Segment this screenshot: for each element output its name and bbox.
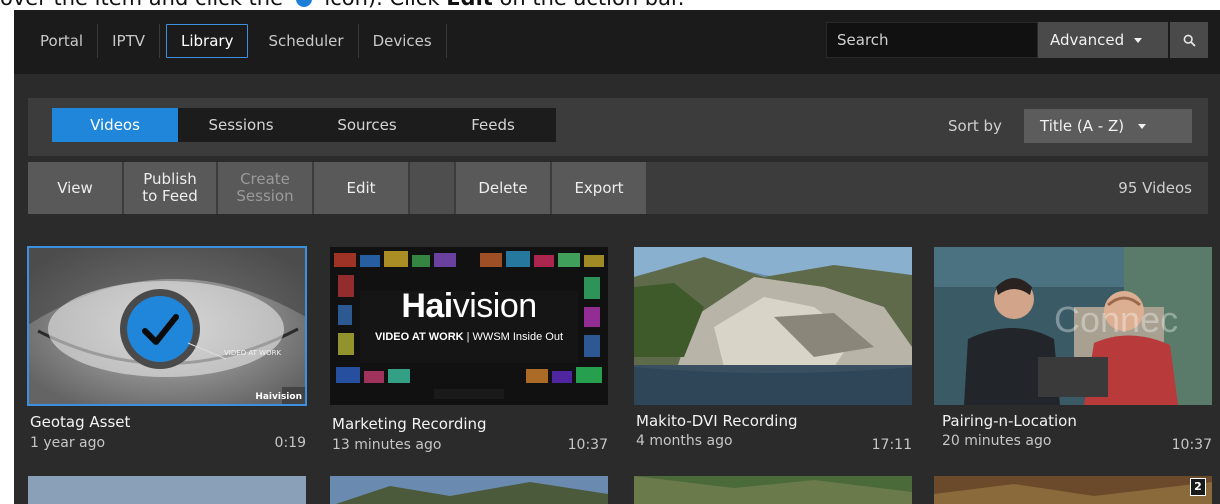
sort-by-label: Sort by (948, 117, 1002, 135)
edit-button[interactable]: Edit (314, 162, 408, 214)
library-toolbar: Videos Sessions Sources Feeds Sort by Ti… (28, 98, 1208, 156)
video-title[interactable]: Geotag Asset (30, 413, 130, 431)
nav-item-iptv[interactable]: IPTV (98, 24, 161, 58)
caption-text-mid: icon). Click (324, 0, 439, 10)
tab-videos[interactable]: Videos (52, 108, 178, 142)
app-window: Portal IPTV Library Scheduler Devices Se… (14, 10, 1220, 504)
create-label-line1: Create (240, 170, 290, 188)
video-thumbnail-row2-2[interactable] (330, 476, 608, 504)
video-thumbnail-row2-3[interactable] (634, 476, 912, 504)
video-duration: 10:37 (1171, 437, 1212, 453)
video-age: 13 minutes ago (332, 437, 442, 453)
search-input[interactable]: Search (826, 22, 1038, 58)
thumb-watermark: Connec (1054, 299, 1179, 340)
thumb-brand: Haivision (255, 392, 302, 402)
video-thumbnail[interactable]: Connec (934, 247, 1212, 405)
sort-select[interactable]: Title (A - Z) (1024, 109, 1192, 143)
view-button[interactable]: View (28, 162, 122, 214)
search-button[interactable] (1170, 22, 1208, 58)
video-age: 1 year ago (30, 435, 106, 451)
export-button[interactable]: Export (552, 162, 646, 214)
thumb-subtitle: VIDEO AT WORK | WWSM Inside Out (330, 331, 608, 343)
search-icon (1183, 34, 1196, 47)
publish-label-line2: to Feed (142, 187, 198, 205)
caption-text-post: on the action bar. (500, 0, 685, 10)
tab-sources[interactable]: Sources (304, 108, 430, 142)
thumb-sub-rest: | WWSM Inside Out (466, 331, 564, 343)
publish-label-line1: Publish (143, 170, 197, 188)
doc-caption: over the item and click the icon). Click… (0, 0, 1220, 10)
delete-button[interactable]: Delete (456, 162, 550, 214)
video-duration: 0:19 (274, 435, 306, 451)
info-dot-icon (295, 0, 312, 7)
action-bar-spacer (410, 162, 454, 214)
thumb-logo: Haivision (330, 287, 608, 326)
main-nav: Portal IPTV Library Scheduler Devices (26, 24, 447, 58)
create-session-button[interactable]: Create Session (218, 162, 312, 214)
thumb-sub-bold: VIDEO AT WORK (374, 331, 464, 343)
nav-item-portal[interactable]: Portal (26, 24, 99, 58)
caption-text-pre: over the item and click the (0, 0, 283, 10)
advanced-search-button[interactable]: Advanced (1038, 22, 1168, 58)
caret-down-icon (1134, 37, 1143, 43)
top-navigation-bar: Portal IPTV Library Scheduler Devices Se… (14, 10, 1220, 74)
create-label-line2: Session (236, 187, 294, 205)
video-thumbnail[interactable]: VIDEO AT WORK Haivision (27, 246, 307, 406)
caption-edit-word: Edit (446, 0, 493, 10)
thumb-caption: VIDEO AT WORK (224, 349, 282, 357)
advanced-label: Advanced (1050, 31, 1125, 49)
video-duration: 17:11 (871, 437, 912, 453)
tab-feeds[interactable]: Feeds (430, 108, 556, 142)
sort-value: Title (A - Z) (1040, 117, 1125, 135)
video-thumbnail[interactable] (634, 247, 912, 405)
video-age: 4 months ago (636, 433, 733, 449)
nav-item-scheduler[interactable]: Scheduler (254, 24, 359, 58)
multi-part-badge: 2 (1190, 478, 1206, 496)
content-type-tabs: Videos Sessions Sources Feeds (52, 108, 556, 142)
video-age: 20 minutes ago (942, 433, 1052, 449)
video-thumbnail-row2-1[interactable] (28, 476, 306, 504)
video-thumbnail-row2-4[interactable]: 2 (934, 476, 1212, 504)
video-title[interactable]: Pairing-n-Location (942, 412, 1077, 430)
video-count: 95 Videos (1118, 179, 1192, 197)
nav-item-library[interactable]: Library (166, 24, 249, 58)
video-title[interactable]: Makito-DVI Recording (636, 412, 798, 430)
tab-sessions[interactable]: Sessions (178, 108, 304, 142)
video-duration: 10:37 (567, 437, 608, 453)
nav-item-devices[interactable]: Devices (359, 24, 447, 58)
publish-to-feed-button[interactable]: Publish to Feed (124, 162, 216, 214)
action-bar: View Publish to Feed Create Session Edit D… (28, 162, 1208, 214)
thumb-logo-bold: Hai (401, 287, 453, 325)
caret-down-icon (1138, 123, 1147, 129)
thumb-logo-light: vision (452, 287, 537, 325)
video-title[interactable]: Marketing Recording (332, 415, 487, 433)
video-thumbnail[interactable]: Haivision VIDEO AT WORK | WWSM Inside Ou… (330, 247, 608, 405)
